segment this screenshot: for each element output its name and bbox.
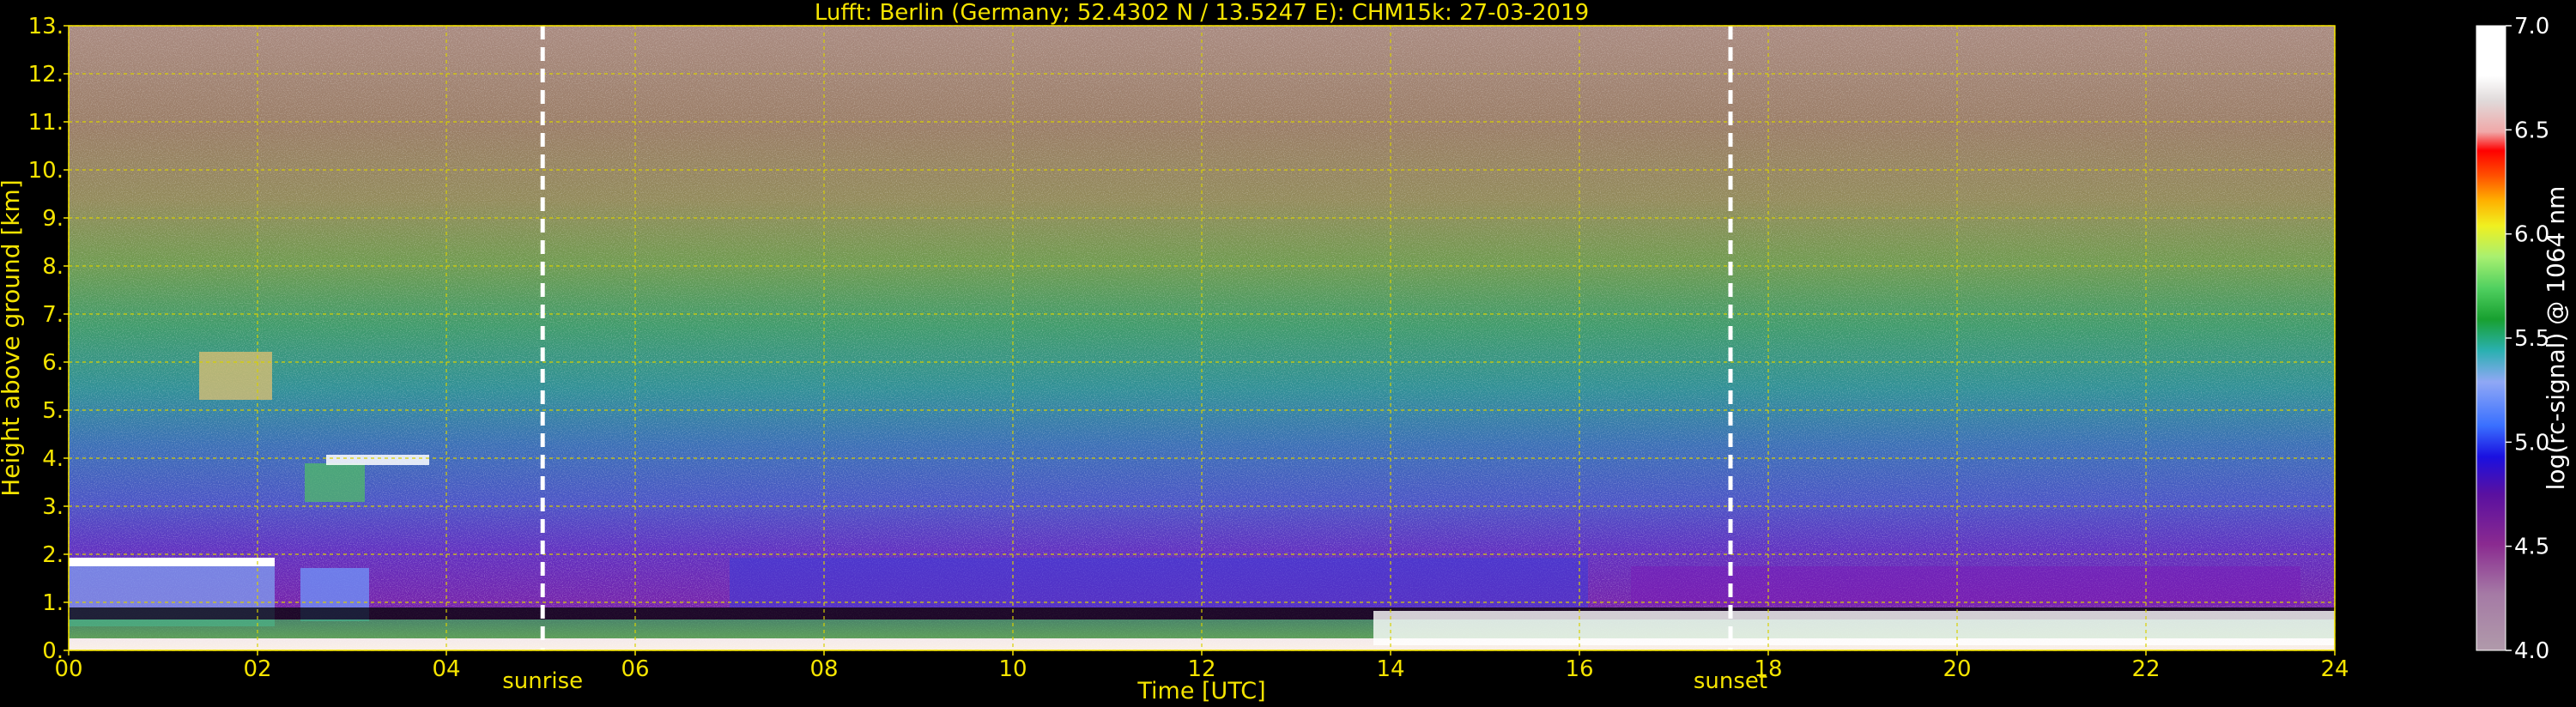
cloud-top-left <box>69 558 275 566</box>
colorbar-gradient <box>2476 26 2506 650</box>
y-tick-label: 7. <box>42 302 64 328</box>
y-tick-labels: 0. 1. 2. 3. 4. 5. 6. 7. 8. 9. 10. 11. 12. 13. <box>28 14 69 664</box>
colorbar-label: log(rc-signal) @ 1064 nm <box>2542 186 2570 491</box>
colorbar-tick-label: 7.0 <box>2514 14 2549 39</box>
x-tick-label: 06 <box>621 656 649 682</box>
y-tick-label: 10. <box>28 158 64 184</box>
x-tick-label: 24 <box>2320 656 2349 682</box>
boundary-layer-blue <box>730 558 1588 607</box>
y-tick-label: 5. <box>42 398 64 424</box>
x-axis-label: Time [UTC] <box>1136 678 1265 704</box>
y-tick-label: 13. <box>28 14 64 39</box>
y-tick-label: 2. <box>42 542 64 568</box>
sunset-label: sunset <box>1694 668 1767 694</box>
y-tick-label: 0. <box>42 638 64 664</box>
ceilometer-chart: 00 02 04 06 08 10 12 14 16 18 20 22 24 0.1.2.3.4.5.6… <box>0 0 2570 704</box>
x-tick-label: 02 <box>243 656 271 682</box>
x-tick-label: 08 <box>809 656 838 682</box>
y-tick-label: 8. <box>42 254 64 280</box>
x-tick-label: 14 <box>1376 656 1404 682</box>
x-tick-label: 16 <box>1565 656 1593 682</box>
elevated-cloud-1 <box>199 352 272 400</box>
colorbar-tick-label: 4.5 <box>2514 535 2549 560</box>
y-tick-label: 3. <box>42 494 64 520</box>
y-tick-label: 1. <box>42 590 64 616</box>
elevated-cloud-2 <box>305 463 365 502</box>
y-axis-label: Height above ground [km] <box>0 179 25 497</box>
sunrise-label: sunrise <box>502 668 583 694</box>
y-tick-label: 9. <box>42 206 64 232</box>
x-tick-label: 20 <box>1943 656 1971 682</box>
x-tick-label: 22 <box>2131 656 2160 682</box>
elevated-cloud-3 <box>326 455 429 465</box>
colorbar: 4.04.55.05.56.06.57.0 log(rc-signal) @ 1… <box>2476 14 2570 664</box>
colorbar-tick-label: 6.5 <box>2514 118 2549 143</box>
chart-title: Lufft: Berlin (Germany; 52.4302 N / 13.5… <box>815 0 1589 26</box>
x-tick-label: 04 <box>432 656 460 682</box>
y-tick-label: 6. <box>42 350 64 376</box>
y-tick-label: 4. <box>42 446 64 472</box>
x-tick-label: 10 <box>998 656 1027 682</box>
y-tick-label: 12. <box>28 62 64 88</box>
y-tick-label: 11. <box>28 110 64 136</box>
colorbar-tick-label: 4.0 <box>2514 638 2549 664</box>
